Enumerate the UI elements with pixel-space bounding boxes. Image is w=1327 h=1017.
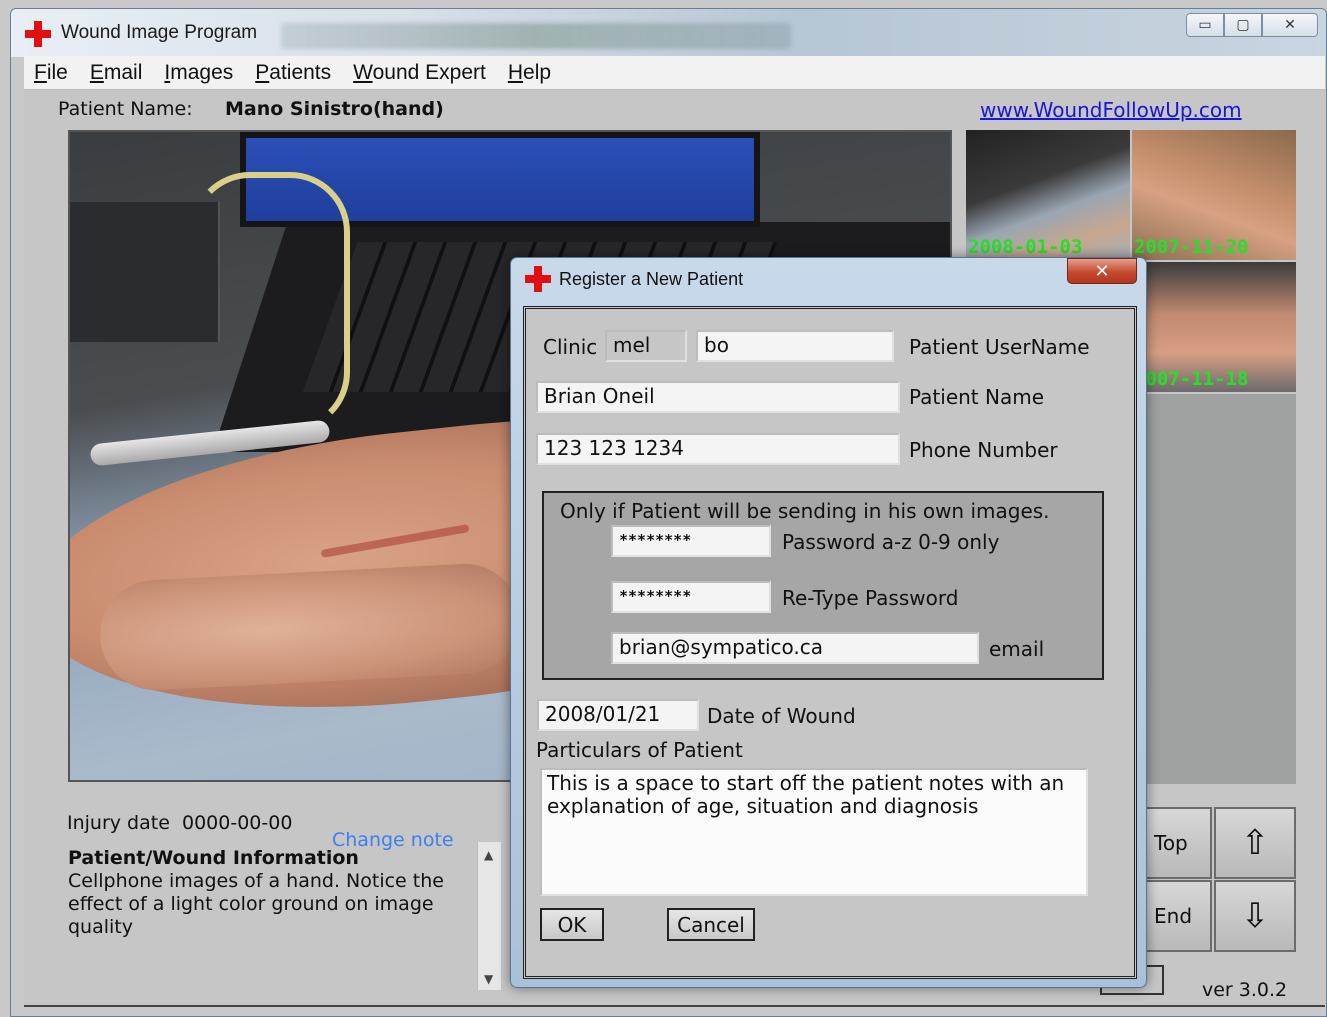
maximize-button[interactable]: ▢ xyxy=(1224,13,1262,37)
thumbnail-date: 2007-11-18 xyxy=(1134,368,1249,390)
retype-password-label: Re-Type Password xyxy=(782,586,959,610)
self-upload-group: Only if Patient will be sending in his o… xyxy=(542,491,1104,680)
menu-file[interactable]: File xyxy=(34,61,68,85)
menu-wound-expert[interactable]: Wound Expert xyxy=(353,61,486,85)
phone-field[interactable]: 123 123 1234 xyxy=(536,433,900,465)
username-field[interactable]: bo xyxy=(696,330,894,362)
email-label: email xyxy=(989,637,1045,661)
username-label: Patient UserName xyxy=(909,335,1090,359)
register-patient-dialog: Register a New Patient ✕ Clinic mel bo P… xyxy=(510,257,1147,988)
thumbnail[interactable]: 2007-11-18 xyxy=(1132,262,1296,392)
password-label: Password a-z 0-9 only xyxy=(782,530,1000,554)
patient-name-field-label: Patient Name xyxy=(909,385,1044,409)
website-link[interactable]: www.WoundFollowUp.com xyxy=(980,98,1242,122)
group-title: Only if Patient will be sending in his o… xyxy=(560,499,1050,523)
patient-name-field[interactable]: Brian Oneil xyxy=(536,381,900,413)
patient-info-box[interactable]: Patient/Wound Information Cellphone imag… xyxy=(68,842,501,990)
dialog-client-area: Clinic mel bo Patient UserName Brian One… xyxy=(523,306,1137,979)
scroll-up-icon[interactable]: ▲ xyxy=(484,848,493,862)
info-scrollbar[interactable]: ▲ ▼ xyxy=(477,842,501,990)
injury-date: Injury date 0000-00-00 xyxy=(67,812,292,834)
top-button[interactable]: Top xyxy=(1142,807,1212,879)
thumbnail[interactable]: 2008-01-03 xyxy=(966,130,1130,260)
dialog-close-icon[interactable]: ✕ xyxy=(1067,258,1137,284)
title-bar[interactable]: Wound Image Program ▭ ▢ ✕ xyxy=(11,9,1326,57)
window-title: Wound Image Program xyxy=(61,22,258,43)
injury-date-label: Injury date xyxy=(67,812,170,834)
info-body: Cellphone images of a hand. Notice the e… xyxy=(68,870,444,938)
menu-help[interactable]: Help xyxy=(508,61,551,85)
version-label: ver 3.0.2 xyxy=(1202,979,1288,1001)
red-cross-icon xyxy=(25,21,51,47)
retype-password-field[interactable]: ******** xyxy=(611,581,771,613)
menu-patients[interactable]: Patients xyxy=(255,61,331,85)
patient-name-label: Patient Name: xyxy=(58,98,193,120)
thumbnail[interactable]: 2007-11-20 xyxy=(1132,130,1296,260)
menu-email[interactable]: Email xyxy=(90,61,143,85)
injury-date-value: 0000-00-00 xyxy=(182,812,293,834)
particulars-label: Particulars of Patient xyxy=(536,738,743,762)
clinic-label: Clinic xyxy=(543,335,598,359)
thumbnail-date: 2008-01-03 xyxy=(968,236,1083,258)
info-title: Patient/Wound Information xyxy=(68,847,359,869)
close-button[interactable]: ✕ xyxy=(1262,13,1318,37)
minimize-button[interactable]: ▭ xyxy=(1186,13,1224,37)
background-window-blur xyxy=(281,23,791,49)
ok-button[interactable]: OK xyxy=(540,908,604,941)
password-field[interactable]: ******** xyxy=(611,525,771,557)
menu-bar: File Email Images Patients Wound Expert … xyxy=(24,56,1325,90)
dialog-title: Register a New Patient xyxy=(559,269,744,289)
patient-notes-textarea[interactable]: This is a space to start off the patient… xyxy=(540,768,1088,896)
patient-name-value: Mano Sinistro(hand) xyxy=(225,98,444,120)
end-button[interactable]: End xyxy=(1142,880,1212,952)
date-of-wound-label: Date of Wound xyxy=(707,704,856,728)
thumbnail-date: 2007-11-20 xyxy=(1134,236,1249,258)
date-of-wound-field[interactable]: 2008/01/21 xyxy=(537,699,699,731)
red-cross-icon xyxy=(525,266,551,292)
phone-label: Phone Number xyxy=(909,438,1058,462)
arrow-down-icon[interactable]: ⇩ xyxy=(1214,880,1296,952)
scroll-down-icon[interactable]: ▼ xyxy=(484,972,493,986)
caption-buttons: ▭ ▢ ✕ xyxy=(1186,13,1318,37)
email-field[interactable]: brian@sympatico.ca xyxy=(611,632,979,664)
menu-images[interactable]: Images xyxy=(164,61,233,85)
arrow-up-icon[interactable]: ⇧ xyxy=(1214,807,1296,879)
cancel-button[interactable]: Cancel xyxy=(667,908,755,941)
clinic-field: mel xyxy=(605,330,687,362)
